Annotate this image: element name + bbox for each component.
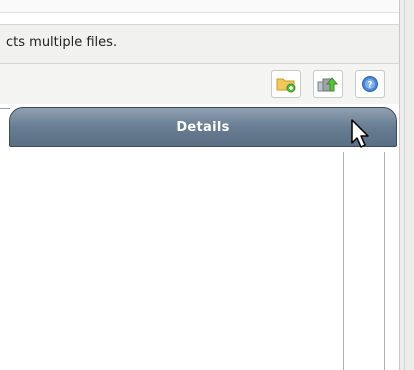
toolbar: ? [0,64,399,106]
help-icon: ? [361,75,379,93]
window-top-edge [0,0,399,13]
column-divider-right [384,152,385,370]
status-bar: cts multiple files. [0,24,399,64]
column-divider [343,152,344,370]
mouse-cursor-icon [350,118,372,150]
new-folder-icon [276,75,296,93]
tab-details-label: Details [176,119,230,135]
new-folder-button[interactable] [271,70,301,98]
help-button[interactable]: ? [355,70,385,98]
tab-bar-divider [0,108,10,109]
scrollbar-track[interactable] [399,0,414,370]
tab-details[interactable]: Details [9,107,397,147]
scrollbar-line [404,0,405,370]
tab-bar: Details [0,104,399,152]
upload-icon [317,75,339,93]
upload-button[interactable] [313,70,343,98]
svg-text:?: ? [367,81,372,91]
status-message: cts multiple files. [6,35,118,50]
